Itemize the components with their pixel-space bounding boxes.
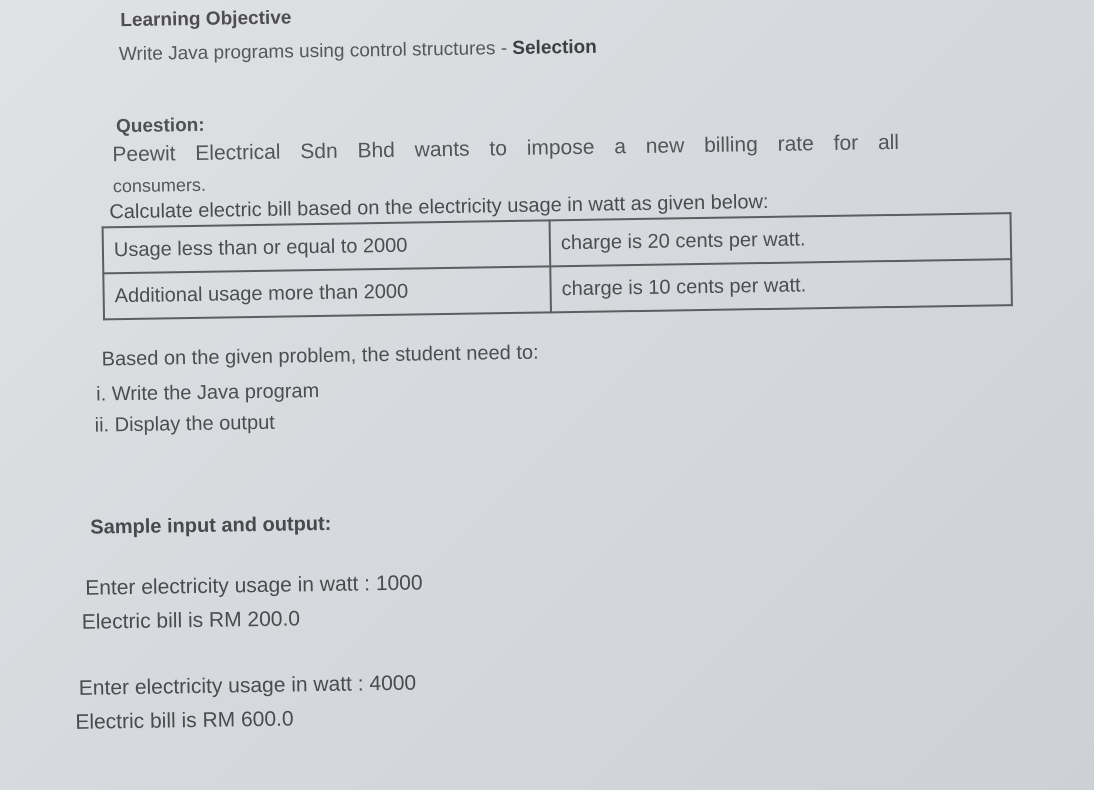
sample-input-line: Enter electricity usage in watt : 1000: [85, 571, 423, 600]
sample-output-line: Electric bill is RM 600.0: [75, 707, 294, 734]
learning-objective-text: Write Java programs using control struct…: [119, 37, 597, 67]
learning-objective-heading: Learning Objective: [120, 7, 292, 32]
question-heading: Question:: [115, 114, 205, 138]
question-text-line2: consumers.: [112, 174, 207, 197]
learning-objective-text-bold: Selection: [512, 36, 597, 59]
rate-condition-cell: Usage less than or equal to 2000: [102, 220, 551, 274]
task-item: i. Write the Java program: [96, 380, 320, 406]
rate-charge-cell: charge is 10 cents per watt.: [550, 259, 1012, 313]
learning-objective-text-prefix: Write Java programs using control struct…: [118, 37, 513, 66]
tasks-intro: Based on the given problem, the student …: [101, 341, 539, 371]
document-page: Learning Objective Write Java programs u…: [0, 0, 1094, 790]
task-item: ii. Display the output: [94, 411, 275, 437]
rate-charge-cell: charge is 20 cents per watt.: [549, 213, 1012, 267]
rate-condition-cell: Additional usage more than 2000: [103, 266, 551, 320]
billing-rate-table: Usage less than or equal to 2000 charge …: [102, 212, 1013, 320]
sample-output-line: Electric bill is RM 200.0: [81, 607, 301, 634]
question-text-line1: Peewit Electrical Sdn Bhd wants to impos…: [112, 130, 900, 167]
sample-heading: Sample input and output:: [90, 512, 332, 539]
sample-input-line: Enter electricity usage in watt : 4000: [78, 671, 417, 700]
